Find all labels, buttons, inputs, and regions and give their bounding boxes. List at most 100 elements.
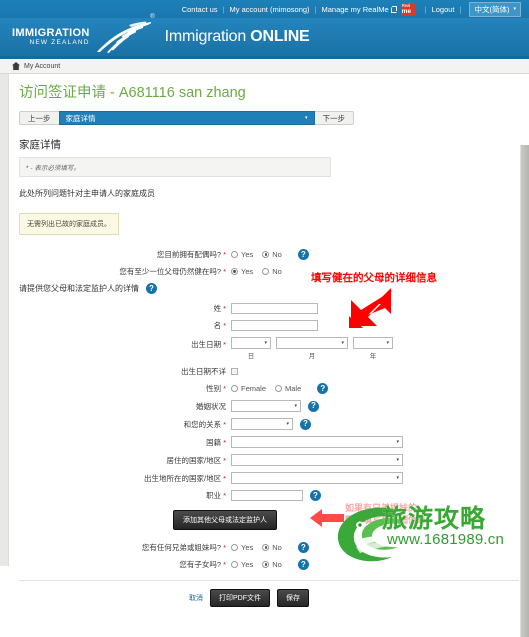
parent-form-heading: 请提供您父母和法定监护人的详情 — [19, 284, 139, 293]
gender-radio-male[interactable] — [275, 385, 283, 392]
manage-realme-link[interactable]: Manage my RealMe — [322, 5, 389, 14]
spouse-radio-group: Yes No ? — [231, 249, 309, 260]
dob-month-sublabel: 月 — [308, 353, 316, 360]
surname-label-text: 姓 — [213, 304, 222, 313]
dob-month-cell: ▾ 月 — [276, 337, 348, 360]
question-row-siblings: 您有任何兄弟或姐妹吗? * Yes No ? — [19, 542, 519, 553]
logout-link[interactable]: Logout — [432, 5, 455, 14]
print-pdf-button[interactable]: 打印PDF文件 — [210, 589, 270, 607]
required-star: * — [223, 419, 226, 429]
parent-alive-radio-no-label: No — [272, 267, 282, 276]
dob-month-select[interactable]: ▾ — [276, 337, 348, 349]
siblings-radio-yes[interactable] — [231, 544, 238, 551]
country-residence-label: 居住的国家/地区 * — [19, 455, 231, 466]
realme-logo-icon: Real me — [400, 2, 416, 16]
question-row-spouse: 您目前拥有配偶吗? * Yes No ? — [19, 249, 519, 260]
required-star: * — [223, 455, 226, 465]
parent-alive-radio-no[interactable] — [262, 268, 270, 275]
spouse-question-label: 您目前拥有配偶吗? * — [19, 249, 231, 260]
help-icon[interactable]: ? — [308, 400, 319, 412]
field-row-country-birth: 出生地所在的国家/地区 * ▾ — [19, 472, 519, 484]
marital-status-label: 婚姻状况 — [196, 401, 226, 411]
gender-label: 性别 * — [19, 383, 231, 394]
relationship-control: ▾ ? — [231, 418, 311, 430]
dob-unknown-checkbox[interactable] — [231, 368, 238, 375]
help-icon[interactable]: ? — [146, 283, 157, 294]
relationship-select[interactable]: ▾ — [231, 418, 293, 430]
field-row-marital-status: 婚姻状况 ▾ ? — [19, 400, 519, 412]
spouse-radio-no[interactable] — [262, 251, 270, 258]
home-icon — [12, 62, 20, 70]
dob-day-cell: ▾ 日 — [231, 337, 271, 360]
marital-status-select[interactable]: ▾ — [231, 400, 301, 412]
section-intro-text: 此处所列问题针对主申请人的家庭成员 — [19, 189, 155, 198]
children-radio-yes[interactable] — [231, 561, 238, 568]
dob-day-select[interactable]: ▾ — [231, 337, 271, 349]
required-star: * — [26, 165, 29, 172]
nationality-label: 国籍 * — [19, 437, 231, 448]
dob-date-group: ▾ 日 ▾ 月 ▾ 年 — [231, 337, 398, 360]
children-radio-no[interactable] — [262, 561, 270, 568]
gender-radio-male-label: Male — [285, 384, 302, 393]
help-icon[interactable]: ? — [300, 418, 311, 430]
siblings-radio-group: Yes No ? — [231, 542, 309, 553]
add-parent-button[interactable]: 添加其他父母或法定监护人 — [173, 510, 277, 530]
dob-unknown-label: 出生日期不详 — [181, 367, 226, 376]
field-row-nationality: 国籍 * ▾ — [19, 436, 519, 448]
surname-label: 姓 * — [19, 303, 231, 314]
gender-radio-female[interactable] — [231, 385, 238, 392]
realme-logo-bottom: me — [401, 7, 412, 15]
nav-separator: | — [222, 4, 225, 14]
dob-label: 出生日期 * — [19, 337, 231, 350]
siblings-radio-no[interactable] — [262, 544, 270, 551]
breadcrumb-item-my-account[interactable]: My Account — [24, 63, 60, 70]
footer-divider — [19, 580, 519, 581]
question-row-parent-alive: 您有至少一位父母仍然健在吗? * Yes No — [19, 266, 519, 277]
required-star: * — [223, 340, 226, 349]
country-birth-select[interactable]: ▾ — [231, 472, 403, 484]
surname-input[interactable] — [231, 303, 318, 314]
my-account-link[interactable]: My account (mimosong) — [230, 5, 310, 14]
external-link-icon — [390, 6, 397, 13]
nationality-select[interactable]: ▾ — [231, 436, 403, 448]
field-row-dob: 出生日期 * ▾ 日 ▾ 月 ▾ 年 — [19, 337, 519, 360]
next-step-button[interactable]: 下一步 — [314, 111, 354, 125]
deceased-family-tip: 无需列出已故的家庭成员。 — [19, 213, 119, 235]
immigration-nz-logo[interactable]: IMMIGRATION NEW ZEALAND ® — [12, 14, 155, 54]
children-radio-group: Yes No ? — [231, 559, 309, 570]
dob-year-select[interactable]: ▾ — [353, 337, 393, 349]
given-name-input[interactable] — [231, 320, 318, 331]
page-title: 访问签证申请 - A681116 san zhang — [19, 85, 246, 101]
parent-alive-radio-yes[interactable] — [231, 268, 238, 275]
spouse-radio-yes[interactable] — [231, 251, 238, 258]
help-icon[interactable]: ? — [310, 490, 321, 501]
top-utility-bar: Contact us | My account (mimosong) | Man… — [0, 0, 529, 18]
nav-separator: | — [459, 4, 462, 14]
given-name-control — [231, 320, 318, 331]
page-content: 访问签证申请 - A681116 san zhang 上一步 家庭详情 ▾ 下一… — [9, 74, 529, 607]
country-residence-select[interactable]: ▾ — [231, 454, 403, 466]
language-selector[interactable]: 中文(简体) ▾ — [469, 1, 521, 17]
cancel-button[interactable]: 取消 — [189, 593, 203, 603]
occupation-input[interactable] — [231, 490, 303, 501]
help-icon[interactable]: ? — [317, 383, 329, 394]
relationship-label: 和您的关系 * — [19, 419, 231, 430]
country-residence-control: ▾ — [231, 454, 403, 466]
previous-step-button[interactable]: 上一步 — [19, 111, 59, 125]
siblings-question-label: 您有任何兄弟或姐妹吗? * — [19, 542, 231, 553]
help-icon[interactable]: ? — [297, 249, 309, 260]
step-dropdown[interactable]: 家庭详情 ▾ — [58, 111, 315, 125]
gender-radio-female-label: Female — [241, 384, 267, 393]
nav-separator: | — [424, 4, 427, 14]
site-title-light: Immigration — [164, 28, 251, 45]
given-name-label: 名 * — [19, 320, 231, 331]
left-rail — [0, 74, 9, 566]
save-button[interactable]: 保存 — [277, 589, 309, 607]
nav-separator: | — [314, 4, 317, 14]
dob-label-text: 出生日期 — [191, 340, 222, 349]
required-star: * — [223, 267, 226, 276]
required-star: * — [223, 491, 226, 500]
help-icon[interactable]: ? — [297, 542, 309, 553]
help-icon[interactable]: ? — [297, 559, 309, 570]
contact-us-link[interactable]: Contact us — [182, 5, 218, 14]
